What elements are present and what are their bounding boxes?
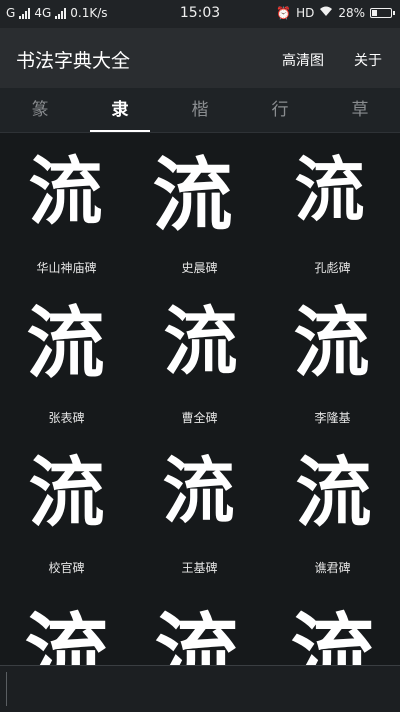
battery-icon xyxy=(370,8,395,18)
calligraphy-glyph: 流 xyxy=(28,149,105,235)
battery-fill xyxy=(372,10,377,16)
calligraphy-glyph: 流 xyxy=(24,603,109,666)
calligraphy-glyph: 流 xyxy=(162,448,237,533)
tab-cao[interactable]: 草 xyxy=(320,88,400,132)
bottom-input-bar xyxy=(0,665,400,712)
stele-name: 曹全碑 xyxy=(181,411,218,425)
tab-zhuan[interactable]: 篆 xyxy=(0,88,80,132)
calligraphy-item[interactable]: 流华山神庙碑 xyxy=(0,133,133,283)
alarm-icon: ⏰ xyxy=(276,6,292,20)
status-right: ⏰ HD 28% xyxy=(276,6,395,20)
stele-name: 王基碑 xyxy=(181,561,218,575)
hd-image-button[interactable]: 高清图 xyxy=(282,50,324,70)
script-style-tabs: 篆 隶 楷 行 草 xyxy=(0,88,400,133)
calligraphy-item[interactable]: 流校官碑 xyxy=(0,433,133,583)
calligraphy-glyph: 流 xyxy=(290,603,375,666)
calligraphy-item[interactable]: 流孔彪碑 xyxy=(266,133,399,283)
tab-xing[interactable]: 行 xyxy=(240,88,320,132)
calligraphy-glyph: 流 xyxy=(295,448,372,537)
calligraphy-glyph: 流 xyxy=(152,148,247,242)
hd-label: HD xyxy=(296,6,315,20)
status-bar: G 4G 0.1K/s 15:03 ⏰ HD 28% xyxy=(0,0,400,28)
calligraphy-glyph: 流 xyxy=(294,148,371,231)
calligraphy-item[interactable]: 流 xyxy=(266,589,399,666)
tab-kai[interactable]: 楷 xyxy=(160,88,240,132)
calligraphy-glyph: 流 xyxy=(293,298,372,387)
battery-percent: 28% xyxy=(338,6,365,20)
calligraphy-glyph: 流 xyxy=(26,298,107,389)
stele-name: 谯君碑 xyxy=(314,561,351,575)
calligraphy-grid: 流华山神庙碑流史晨碑流孔彪碑流张表碑流曹全碑流李隆基流校官碑流王基碑流谯君碑流流… xyxy=(0,133,400,666)
calligraphy-item[interactable]: 流王基碑 xyxy=(133,433,266,583)
stele-name: 华山神庙碑 xyxy=(36,261,97,275)
stele-name: 张表碑 xyxy=(48,411,85,425)
calligraphy-glyph: 流 xyxy=(28,448,105,537)
wifi-icon xyxy=(319,6,333,20)
calligraphy-glyph: 流 xyxy=(154,603,245,666)
tab-li[interactable]: 隶 xyxy=(80,88,160,132)
calligraphy-item[interactable]: 流曹全碑 xyxy=(133,283,266,433)
stele-name: 李隆基 xyxy=(314,411,351,425)
app-bar: 书法字典大全 高清图 关于 xyxy=(0,28,400,88)
stele-name: 史晨碑 xyxy=(181,261,218,275)
calligraphy-item[interactable]: 流 xyxy=(0,589,133,666)
stele-name: 校官碑 xyxy=(48,561,85,575)
calligraphy-item[interactable]: 流 xyxy=(133,589,266,666)
about-button[interactable]: 关于 xyxy=(354,50,382,70)
calligraphy-item[interactable]: 流张表碑 xyxy=(0,283,133,433)
search-input[interactable] xyxy=(6,672,394,706)
stele-name: 孔彪碑 xyxy=(314,261,351,275)
calligraphy-item[interactable]: 流史晨碑 xyxy=(133,133,266,283)
app-title: 书法字典大全 xyxy=(16,50,131,72)
calligraphy-item[interactable]: 流谯君碑 xyxy=(266,433,399,583)
calligraphy-item[interactable]: 流李隆基 xyxy=(266,283,399,433)
calligraphy-glyph: 流 xyxy=(163,299,238,385)
